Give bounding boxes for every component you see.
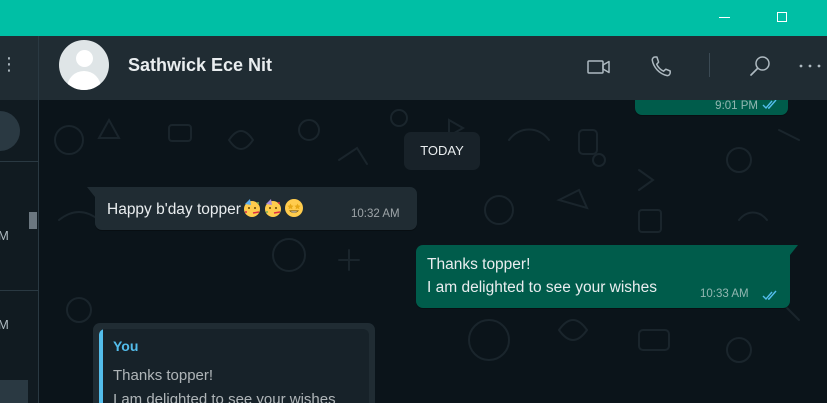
chat-list-sidebar: ⋮ M M [0, 36, 39, 403]
window-titlebar [0, 0, 827, 36]
video-call-icon[interactable] [584, 52, 614, 82]
header-divider [709, 53, 710, 77]
avatar-head-shape [76, 50, 93, 67]
message-text: Happy b'day topper [107, 198, 304, 219]
sidebar-search-box[interactable] [0, 111, 20, 151]
double-check-read-icon [762, 100, 777, 110]
quoted-message[interactable]: You Thanks topper! I am delighted to see… [99, 329, 369, 403]
message-bubble-outgoing[interactable]: Thanks topper! I am delighted to see you… [416, 245, 798, 308]
message-time: 10:33 AM [700, 288, 749, 300]
bubble-tail [790, 245, 798, 255]
sidebar-header: ⋮ [0, 36, 38, 100]
minimize-button[interactable] [703, 0, 749, 36]
voice-call-icon[interactable] [646, 52, 676, 82]
star-struck-emoji [284, 199, 303, 217]
sidebar-divider [0, 161, 38, 162]
quote-author: You [113, 338, 139, 354]
quote-text-line: Thanks topper! [113, 367, 214, 384]
message-text-line: I am delighted to see your wishes [427, 279, 658, 296]
message-bubble-outgoing[interactable]: 9:01 PM [635, 100, 788, 115]
more-horizontal-icon[interactable] [795, 52, 825, 82]
bubble-tail [87, 187, 95, 197]
avatar[interactable] [59, 40, 109, 90]
chat-messages-area[interactable]: 9:01 PM TODAY Happy b'day topper 10:32 A… [39, 100, 827, 403]
sidebar-scrollbar[interactable] [29, 212, 37, 229]
sidebar-divider [0, 290, 38, 291]
quote-accent-bar [99, 329, 103, 403]
maximize-button[interactable] [760, 0, 806, 36]
chat-list-item-time: M [0, 228, 9, 243]
date-divider: TODAY [404, 132, 480, 170]
message-text-line: Thanks topper! [427, 256, 531, 273]
chat-header: Sathwick Ece Nit [39, 36, 827, 100]
message-bubble-incoming-reply[interactable]: You Thanks topper! I am delighted to see… [93, 323, 375, 403]
message-time: 10:32 AM [351, 208, 400, 220]
message-text-content: Happy b'day topper [107, 201, 241, 218]
chat-list-item-selected[interactable] [0, 380, 28, 403]
more-vertical-icon[interactable]: ⋮ [0, 55, 18, 73]
chat-list-item-time: M [0, 317, 9, 332]
partying-face-emoji [243, 199, 260, 217]
message-bubble-incoming[interactable]: Happy b'day topper 10:32 AM [87, 187, 417, 230]
message-time: 9:01 PM [715, 100, 758, 112]
search-icon[interactable] [745, 52, 775, 82]
avatar-body-shape [67, 71, 101, 90]
contact-name[interactable]: Sathwick Ece Nit [128, 55, 272, 76]
partying-face-emoji [264, 199, 281, 217]
quote-text-line: I am delighted to see your wishes [113, 391, 336, 403]
double-check-read-icon [762, 290, 777, 301]
